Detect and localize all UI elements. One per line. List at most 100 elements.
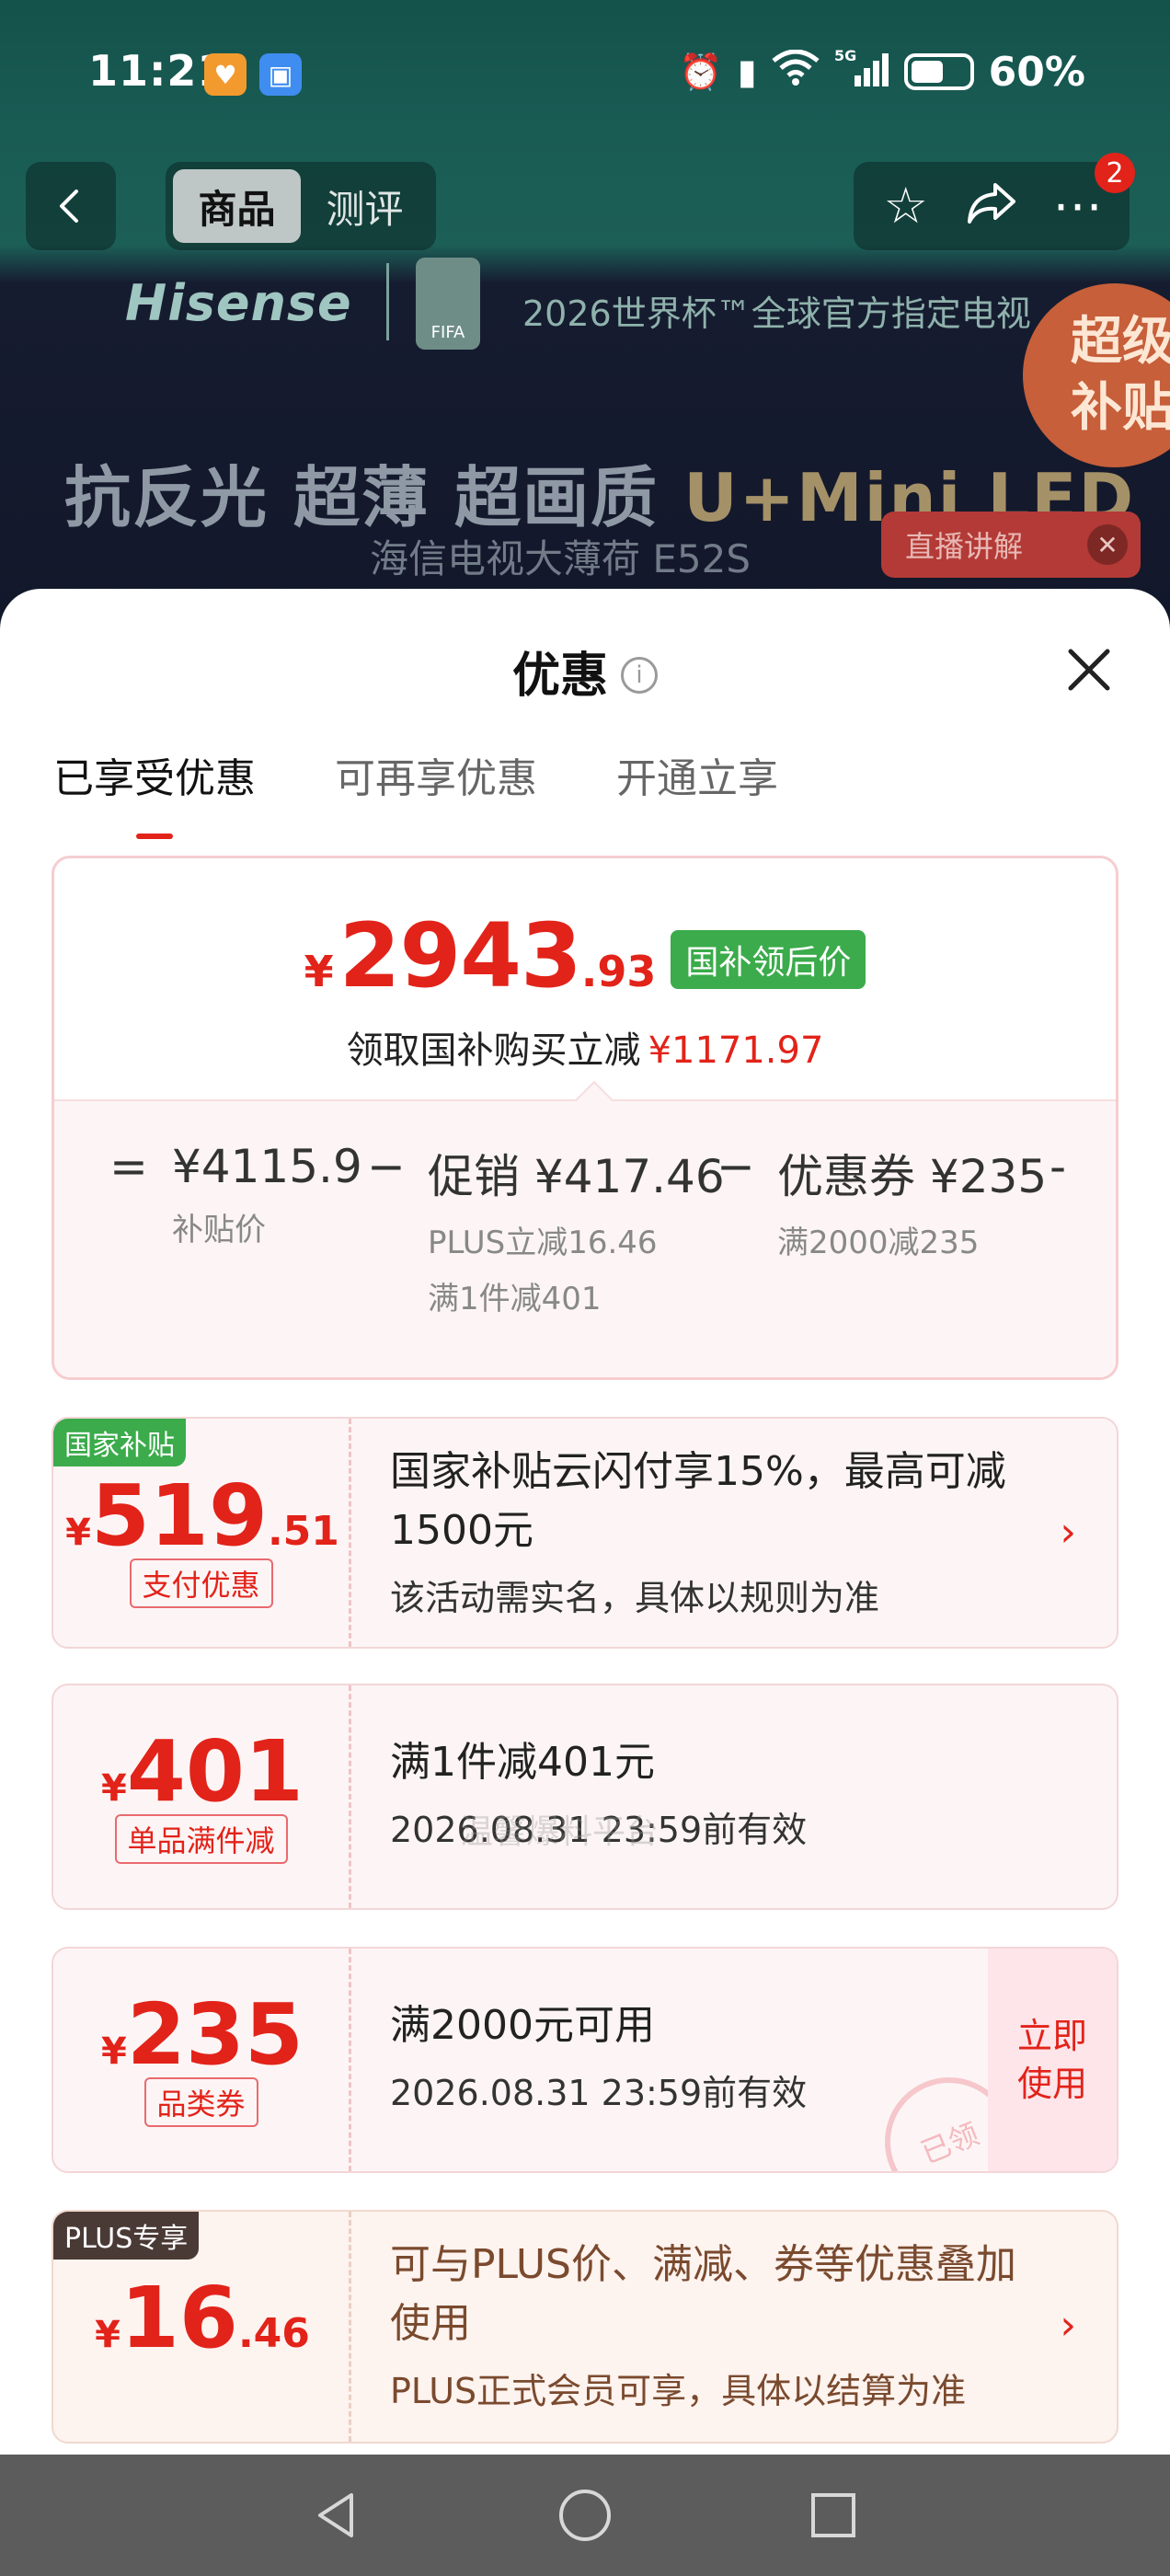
status-bar: 11:21 ♥ ▣ ⏰ ▮ 5G 60%	[0, 0, 1170, 147]
coupon-type-tag: 单品满件减	[114, 1814, 288, 1864]
coupon-amount: ¥519.51	[53, 1466, 351, 1565]
coupon-title: 国家补贴云闪付享15%，最高可减1500元	[390, 1448, 1006, 1554]
svg-text:5G: 5G	[834, 48, 856, 64]
discount-tabs: 已享受优惠 可再享优惠 开通立享	[53, 745, 778, 839]
coupon-value-area: ¥519.51 支付优惠 国家补贴	[53, 1419, 351, 1647]
breakdown-amount: ¥4115.9	[172, 1140, 362, 1193]
coupon-amount-dec: .46	[237, 2310, 310, 2357]
brand-banner: Hisense FIFA 2026世界杯™全球官方指定电视	[0, 247, 1170, 357]
battery-percent: 60%	[988, 48, 1085, 96]
currency-symbol: ¥	[65, 1512, 91, 1554]
nav-home-circle-icon[interactable]	[553, 2483, 617, 2547]
save-amount: ¥1171.97	[648, 1029, 824, 1072]
nav-actions: ☆ ⋯ 2	[854, 153, 1135, 250]
coupon-value-area: ¥401 单品满件减	[53, 1685, 351, 1908]
info-icon[interactable]: i	[621, 657, 658, 694]
vibrate-icon: ▮	[737, 52, 757, 92]
coupon-amount-int: 16	[120, 2269, 238, 2367]
coupon-title: 满1件减401元	[390, 1739, 655, 1786]
use-now-line1: 立即	[1016, 2016, 1087, 2056]
brand-slogan: 2026世界杯™全球官方指定电视	[522, 293, 1031, 334]
breakdown-item: − 促销 ¥417.46 PLUS立减16.46 满1件减401	[367, 1140, 725, 1318]
alarm-icon: ⏰	[679, 51, 723, 92]
operator: -	[1050, 1140, 1067, 1193]
coupon-amount: ¥235	[53, 1985, 351, 2084]
super-subsidy-line1: 超级	[1071, 312, 1170, 372]
price-integer: 2943	[338, 904, 582, 1007]
nav-recents-square-icon[interactable]	[801, 2483, 866, 2547]
tab-activate[interactable]: 开通立享	[616, 745, 778, 804]
coupon-card[interactable]: ¥401 单品满件减 满1件减401元 2026.08.31 23:59前有效	[52, 1684, 1118, 1910]
wifi-icon	[772, 49, 820, 95]
currency-symbol: ¥	[304, 947, 334, 996]
notification-app-icon: ♥	[204, 53, 247, 96]
tab-review[interactable]: 测评	[301, 169, 429, 243]
tab-enjoyed[interactable]: 已享受优惠	[53, 745, 256, 839]
coupon-corner-label: PLUS专享	[53, 2212, 200, 2260]
coupon-amount: ¥401	[53, 1722, 351, 1821]
live-label: 直播讲解	[905, 529, 1024, 564]
currency-symbol: ¥	[95, 2314, 120, 2356]
coupon-desc: PLUS正式会员可享，具体以结算为准	[390, 2371, 967, 2411]
price-summary-card: ¥ 2943 .93 国补领后价 领取国补购买立减 ¥1171.97 = ¥411…	[52, 856, 1118, 1380]
coupon-type-tag: 支付优惠	[129, 1558, 273, 1608]
coupon-amount: ¥16.46	[53, 2269, 351, 2367]
breakdown-item: = ¥4115.9 补贴价	[109, 1140, 362, 1249]
brand-divider	[386, 263, 389, 340]
use-now-button[interactable]: 立即 使用	[988, 1949, 1117, 2171]
coupon-card[interactable]: ¥235 品类券 满2000元可用 2026.08.31 23:59前有效 已领…	[52, 1947, 1118, 2173]
price-decimal: .93	[580, 947, 657, 996]
nav-back-triangle-icon[interactable]	[304, 2483, 369, 2547]
breakdown-item: − 优惠券 ¥235 满2000减235	[717, 1140, 1047, 1262]
coupon-card[interactable]: ¥519.51 支付优惠 国家补贴 国家补贴云闪付享15%，最高可减1500元 …	[52, 1417, 1118, 1649]
coupon-value-area: ¥16.46 PLUS专享	[53, 2212, 351, 2442]
message-badge: 2	[1095, 153, 1135, 193]
system-nav-bar	[0, 2455, 1170, 2576]
coupon-info: 国家补贴云闪付享15%，最高可减1500元 该活动需实名，具体以规则为准	[390, 1443, 1043, 1620]
star-icon[interactable]: ☆	[869, 181, 943, 231]
breakdown-amount: 优惠券 ¥235	[777, 1150, 1048, 1203]
price-breakdown: = ¥4115.9 补贴价 − 促销 ¥417.46 PLUS立减16.46 满…	[54, 1099, 1116, 1377]
save-line: 领取国补购买立减 ¥1171.97	[54, 1020, 1116, 1074]
coupon-type-tag: 品类券	[143, 2077, 258, 2127]
final-price: ¥ 2943 .93 国补领后价	[54, 904, 1116, 1007]
breakdown-label: 补贴价	[172, 1212, 266, 1248]
chevron-right-icon: ›	[1060, 1509, 1076, 1556]
coupon-corner-label: 国家补贴	[53, 1419, 186, 1466]
coupon-amount-int: 235	[126, 1985, 304, 2084]
status-right: ⏰ ▮ 5G 60%	[679, 46, 1085, 98]
close-icon[interactable]	[1060, 640, 1118, 699]
plus-coupon-card[interactable]: ¥16.46 PLUS专享 可与PLUS价、满减、券等优惠叠加使用 PLUS正式…	[52, 2210, 1118, 2444]
coupon-amount-int: 401	[126, 1722, 304, 1821]
breakdown-amount: 促销 ¥417.46	[428, 1150, 725, 1203]
price-tag: 国补领后价	[671, 930, 866, 989]
operator: −	[367, 1140, 406, 1193]
currency-symbol: ¥	[101, 1767, 127, 1810]
tab-more-available[interactable]: 可再享优惠	[335, 745, 537, 804]
watermark: 温馨爆料平台	[460, 1813, 660, 1851]
coupon-desc: 该活动需实名，具体以规则为准	[390, 1578, 880, 1618]
use-now-line2: 使用	[1016, 2064, 1087, 2104]
fifa-trophy-icon: FIFA	[416, 258, 480, 350]
chevron-left-icon	[60, 190, 78, 223]
operator: =	[109, 1140, 148, 1193]
notification-app-icon-2: ▣	[259, 53, 302, 96]
battery-icon	[903, 53, 974, 90]
banner-subhead: 海信电视大薄荷 E52S	[370, 536, 751, 581]
breakdown-label: 满2000减235	[777, 1225, 980, 1261]
top-nav: 商品 测评 ☆ ⋯ 2	[0, 153, 1170, 258]
coupon-amount-dec: .51	[267, 1508, 339, 1555]
share-icon[interactable]	[955, 179, 1028, 234]
sheet-title: 优惠 i	[0, 637, 1170, 706]
tab-product[interactable]: 商品	[173, 169, 301, 243]
coupon-title: 可与PLUS价、满减、券等优惠叠加使用	[390, 2241, 1016, 2347]
coupon-value-area: ¥235 品类券	[53, 1949, 351, 2171]
close-icon[interactable]: ✕	[1087, 524, 1128, 565]
back-button[interactable]	[26, 162, 116, 250]
save-text: 领取国补购买立减	[346, 1029, 641, 1072]
live-explain-button[interactable]: 直播讲解 ✕	[881, 512, 1141, 578]
operator: −	[717, 1140, 755, 1193]
brand-logo: Hisense	[125, 274, 352, 332]
product-tab-switch: 商品 测评	[166, 162, 436, 250]
chevron-right-icon: ›	[1060, 2302, 1076, 2349]
